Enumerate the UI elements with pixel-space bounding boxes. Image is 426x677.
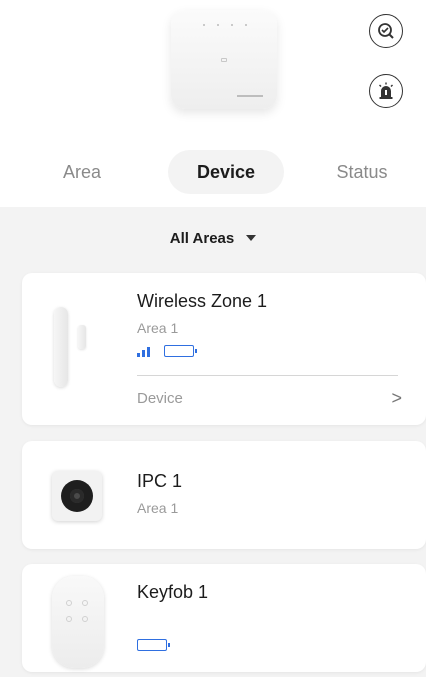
area-filter-dropdown[interactable]: All Areas bbox=[0, 226, 426, 250]
device-area: Area 1 bbox=[137, 500, 179, 516]
signal-strength-icon bbox=[137, 346, 150, 357]
battery-full-icon bbox=[137, 639, 170, 651]
device-link-label: Device bbox=[137, 389, 183, 407]
device-card-keyfob[interactable]: Keyfob 1 bbox=[22, 564, 426, 672]
card-divider bbox=[137, 375, 398, 376]
keyfob-image bbox=[52, 576, 104, 668]
device-card-ipc[interactable]: IPC 1 Area 1 bbox=[22, 441, 426, 549]
door-magnet-image bbox=[78, 325, 86, 349]
chevron-right-icon: > bbox=[391, 387, 402, 408]
siren-button[interactable] bbox=[369, 74, 403, 108]
device-card-wireless-zone[interactable]: Wireless Zone 1 Area 1 Device > bbox=[22, 273, 426, 425]
caret-down-icon bbox=[246, 235, 257, 241]
siren-icon bbox=[379, 82, 393, 99]
search-device-button[interactable] bbox=[369, 14, 403, 48]
device-name: Wireless Zone 1 bbox=[137, 291, 268, 311]
tab-device[interactable]: Device bbox=[168, 150, 284, 194]
search-device-icon bbox=[378, 23, 394, 39]
area-filter-label: All Areas bbox=[169, 229, 235, 247]
door-sensor-image bbox=[54, 307, 68, 387]
device-name: IPC 1 bbox=[137, 471, 183, 491]
device-area: Area 1 bbox=[137, 320, 179, 336]
ip-camera-image bbox=[52, 471, 102, 521]
tab-area[interactable]: Area bbox=[50, 150, 114, 194]
device-name: Keyfob 1 bbox=[137, 582, 209, 602]
device-status-row bbox=[137, 639, 170, 651]
tab-status[interactable]: Status bbox=[322, 150, 402, 194]
alarm-hub-image bbox=[171, 10, 277, 109]
battery-full-icon bbox=[164, 345, 197, 357]
device-list-page: Area Device Status All Areas Wireless Zo… bbox=[0, 0, 426, 677]
device-details-link[interactable]: Device > bbox=[137, 387, 402, 409]
device-status-row bbox=[137, 345, 197, 357]
view-tabs: Area Device Status bbox=[0, 150, 426, 194]
device-list-content: All Areas Wireless Zone 1 Area 1 Device … bbox=[0, 207, 426, 677]
